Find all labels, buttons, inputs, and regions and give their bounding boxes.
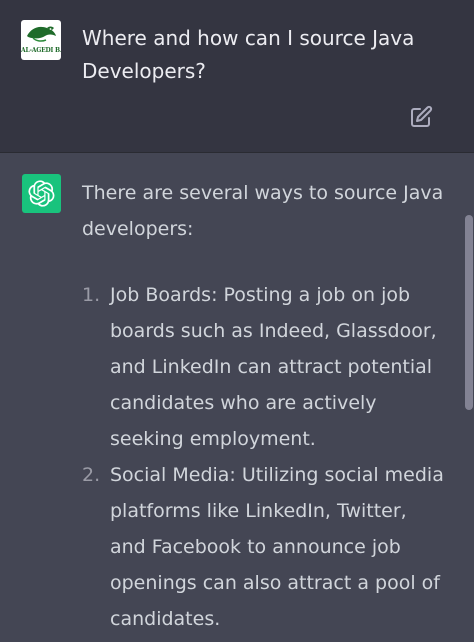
assistant-message: There are several ways to source Java de… [0, 153, 474, 642]
list-item-number: 1. [82, 284, 101, 306]
user-message-line: Where and how can I source Java [82, 26, 415, 50]
list-item: 2. Social Media: Utilizing social media … [82, 457, 452, 637]
list-item-line: candidates. [110, 608, 221, 630]
user-avatar: AL-AGEDI B.C. [21, 20, 61, 60]
list-item-number: 2. [82, 464, 101, 486]
list-item: 1. Job Boards: Posting a job on job boar… [82, 277, 452, 457]
chat-page: AL-AGEDI B.C. Where and how can I source… [0, 0, 474, 642]
list-item-line: Job Boards: Posting a job on job [110, 284, 411, 306]
list-item-line: candidates who are actively [110, 392, 377, 414]
list-item-line: platforms like LinkedIn, Twitter, [110, 500, 407, 522]
edit-button[interactable] [409, 105, 433, 129]
eagle-logo-icon [27, 26, 56, 42]
intro-line: There are several ways to source Java [82, 182, 444, 204]
sourcing-methods-list: 1. Job Boards: Posting a job on job boar… [82, 277, 452, 637]
assistant-avatar [22, 174, 61, 213]
list-item-line: and Facebook to announce job [110, 536, 401, 558]
list-item-line: seeking employment. [110, 428, 316, 450]
openai-logo-icon [28, 180, 55, 207]
list-item-line: openings can also attract a pool of [110, 572, 440, 594]
list-item-line: and LinkedIn can attract potential [110, 356, 433, 378]
edit-icon [411, 105, 433, 127]
scrollbar-thumb[interactable] [465, 215, 473, 410]
user-message-text: Where and how can I source Java Develope… [82, 22, 442, 88]
assistant-intro: There are several ways to source Java de… [82, 175, 452, 247]
avatar-logo-text: AL-AGEDI B.C. [21, 47, 61, 54]
user-message: AL-AGEDI B.C. Where and how can I source… [0, 0, 474, 152]
user-message-line: Developers? [82, 59, 206, 83]
list-item-line: boards such as Indeed, Glassdoor, [110, 320, 437, 342]
intro-line: developers: [82, 218, 194, 240]
list-item-line: Social Media: Utilizing social media [110, 464, 444, 486]
